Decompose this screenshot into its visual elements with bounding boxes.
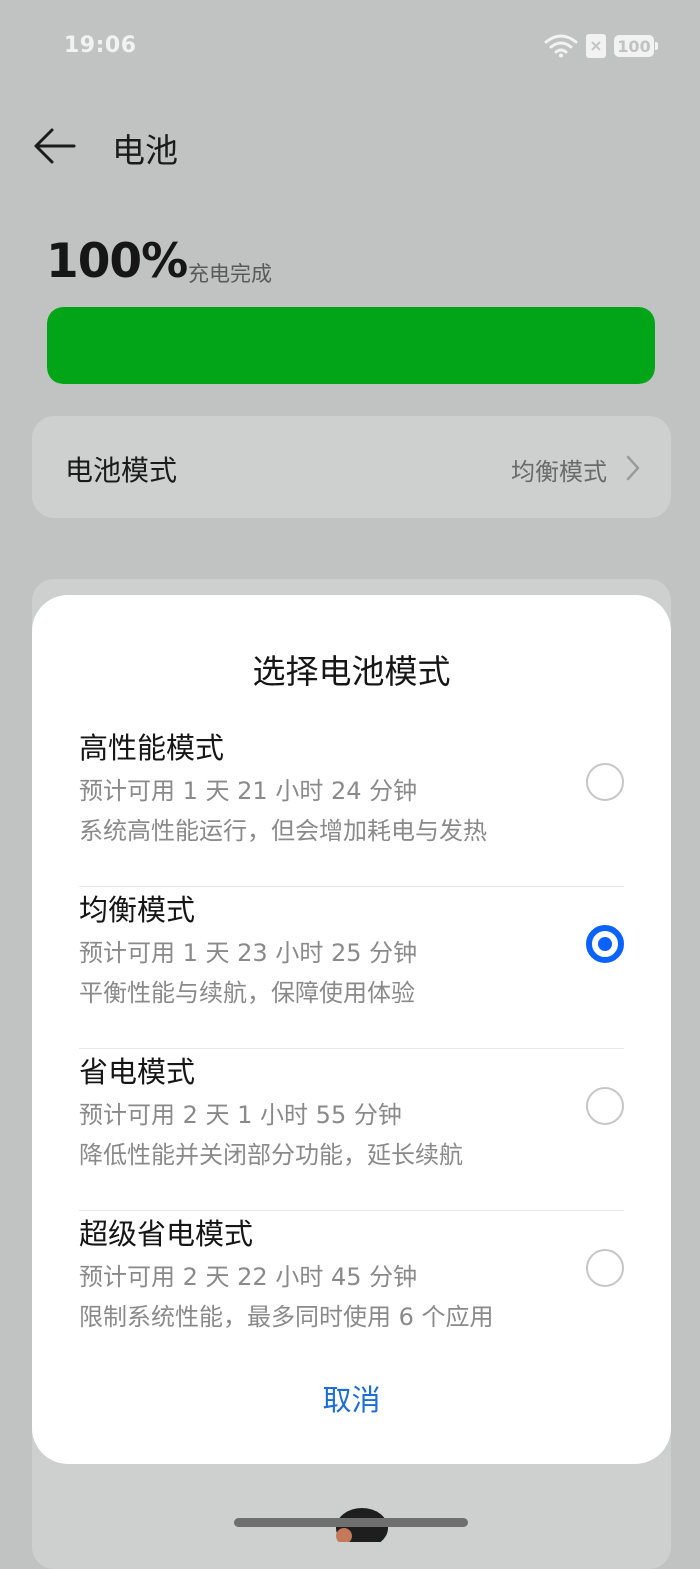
battery-mode-row[interactable]: 电池模式 均衡模式	[32, 416, 671, 518]
battery-mode-label: 电池模式	[65, 454, 178, 487]
chevron-right-icon	[626, 455, 640, 481]
wifi-icon	[544, 34, 578, 58]
option-balanced[interactable]: 均衡模式 预计可用 1 天 23 小时 25 分钟 平衡性能与续航，保障使用体验	[79, 887, 624, 1049]
option-estimate: 预计可用 2 天 1 小时 55 分钟	[79, 1101, 402, 1129]
sim-icon: ×	[586, 34, 606, 58]
option-super-power-saving[interactable]: 超级省电模式 预计可用 2 天 22 小时 45 分钟 限制系统性能，最多同时使…	[79, 1211, 624, 1373]
arrow-left-icon[interactable]	[32, 126, 76, 166]
radio-button[interactable]	[586, 1249, 624, 1287]
option-name: 省电模式	[79, 1055, 196, 1089]
radio-button[interactable]	[586, 763, 624, 801]
radio-button[interactable]	[586, 925, 624, 963]
option-estimate: 预计可用 1 天 21 小时 24 分钟	[79, 777, 418, 805]
battery-mode-value: 均衡模式	[511, 458, 607, 486]
option-description: 系统高性能运行，但会增加耗电与发热	[79, 817, 487, 845]
battery-level-fill	[47, 307, 655, 384]
status-time: 19:06	[64, 33, 137, 58]
option-estimate: 预计可用 2 天 22 小时 45 分钟	[79, 1263, 418, 1291]
battery-settings-screen: 19:06 × 100 电池 100% 充电完成 电池模式 均衡模式 选择电池模…	[0, 0, 700, 1569]
battery-status: 充电完成	[188, 262, 272, 286]
radio-button[interactable]	[586, 1087, 624, 1125]
status-icons: × 100	[544, 34, 658, 58]
battery-level-bar	[47, 307, 655, 384]
option-description: 限制系统性能，最多同时使用 6 个应用	[79, 1303, 494, 1331]
battery-percent: 100%	[46, 234, 188, 289]
page-title: 电池	[112, 131, 178, 170]
option-name: 超级省电模式	[79, 1217, 254, 1251]
option-description: 平衡性能与续航，保障使用体验	[79, 979, 415, 1007]
option-high-performance[interactable]: 高性能模式 预计可用 1 天 21 小时 24 分钟 系统高性能运行，但会增加耗…	[79, 725, 624, 887]
battery-mode-dialog: 选择电池模式 高性能模式 预计可用 1 天 21 小时 24 分钟 系统高性能运…	[32, 595, 671, 1464]
option-name: 高性能模式	[79, 731, 225, 765]
option-power-saving[interactable]: 省电模式 预计可用 2 天 1 小时 55 分钟 降低性能并关闭部分功能，延长续…	[79, 1049, 624, 1211]
cancel-button[interactable]: 取消	[32, 1377, 671, 1419]
dialog-title: 选择电池模式	[252, 652, 451, 691]
option-description: 降低性能并关闭部分功能，延长续航	[79, 1141, 463, 1169]
option-estimate: 预计可用 1 天 23 小时 25 分钟	[79, 939, 418, 967]
battery-icon: 100	[614, 35, 658, 57]
home-indicator[interactable]	[234, 1518, 468, 1527]
option-name: 均衡模式	[79, 893, 196, 927]
